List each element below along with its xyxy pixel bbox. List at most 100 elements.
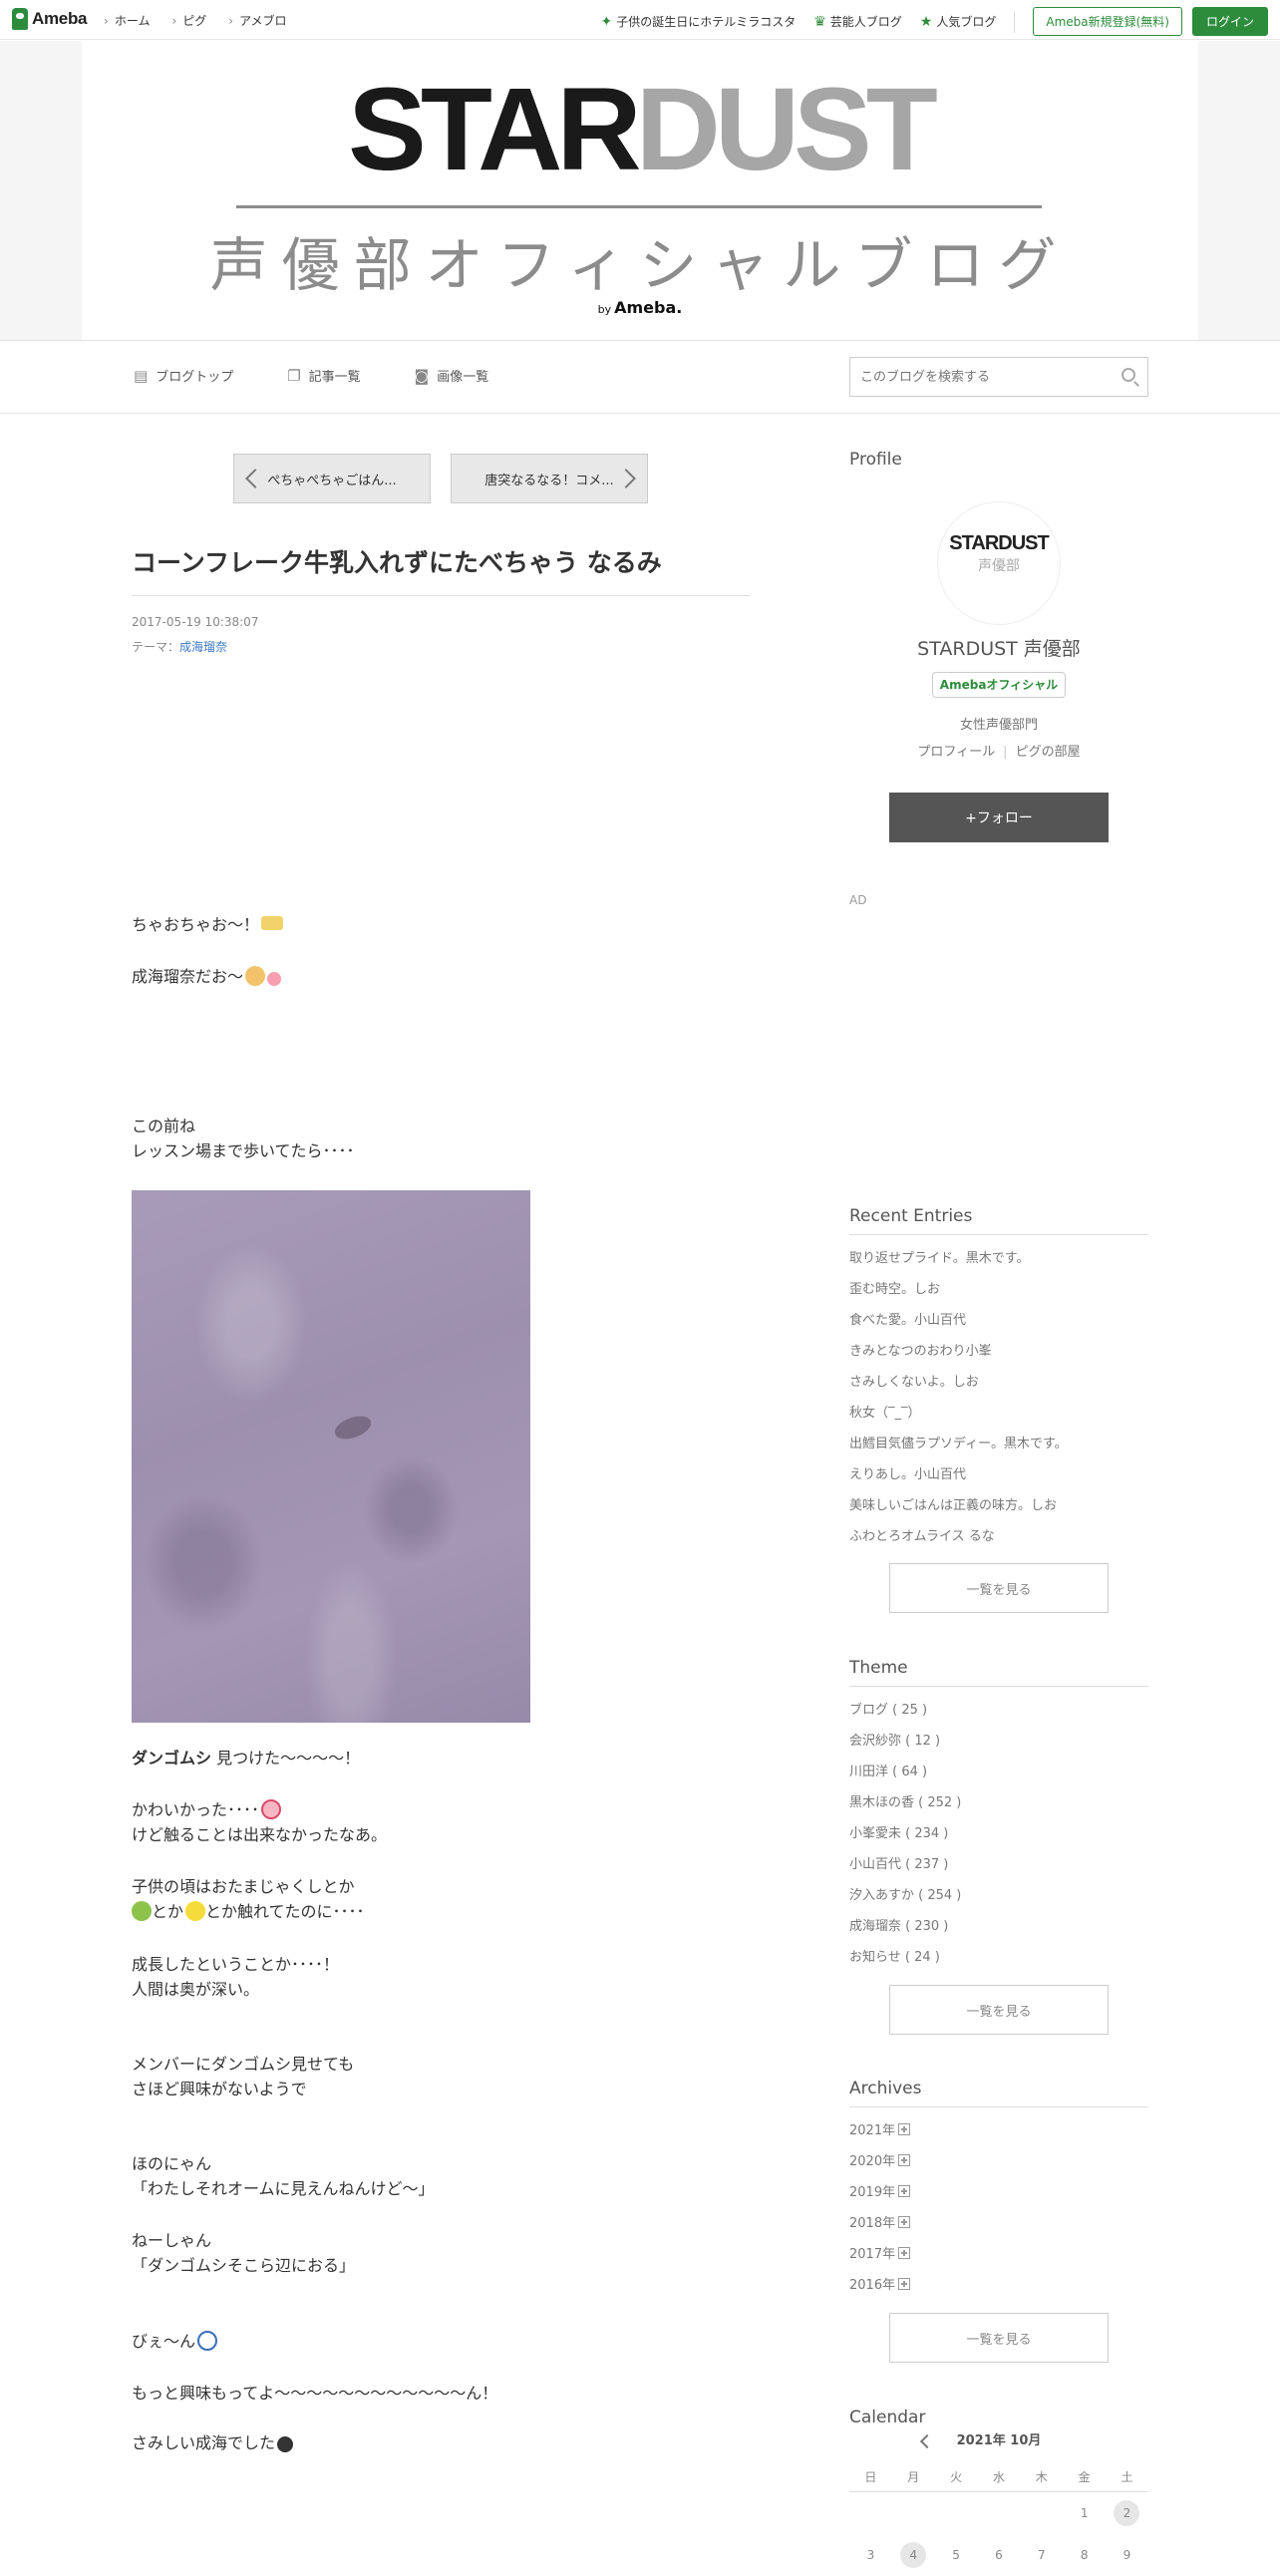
pill-bug [331, 1412, 375, 1444]
nav-home[interactable]: ホーム [104, 12, 151, 29]
avatar[interactable]: STARDUST 声優部 [937, 501, 1061, 625]
list-item[interactable]: 成海瑠奈 ( 230 ) [849, 1911, 1148, 1942]
search-icon[interactable] [1121, 368, 1135, 382]
entry-title[interactable]: コーンフレーク牛乳入れずにたべちゃう なるみ [132, 543, 750, 596]
list-item[interactable]: 2021年 [849, 2115, 1148, 2146]
expand-icon[interactable] [898, 2154, 911, 2166]
entry-paragraph: ねーしゃん 「ダンゴムシそこら辺におる」 [132, 2231, 356, 2275]
expand-icon[interactable] [898, 2216, 911, 2228]
nav-entry-list[interactable]: ❐ 記事一覧 [287, 366, 360, 386]
list-item[interactable]: お知らせ ( 24 ) [849, 1942, 1148, 1973]
banner-byline: by Ameba. [597, 298, 683, 317]
register-button[interactable]: Ameba新規登録(無料) [1033, 7, 1182, 36]
nav-ameblo[interactable]: アメブロ [228, 12, 286, 29]
frog-icon [132, 1901, 152, 1921]
promo-link-label: 子供の誕生日にホテルミラコスタ [616, 15, 797, 29]
list-item[interactable]: 黒木ほの香 ( 252 ) [849, 1787, 1148, 1818]
banner-subtitle: 声優部オフィシャルブログ [209, 231, 1071, 299]
list-item[interactable]: きみとなつのおわり小峯 [849, 1336, 1148, 1367]
nav-blog-top[interactable]: ▤ ブログトップ [134, 366, 234, 386]
list-item[interactable]: 小峯愛未 ( 234 ) [849, 1818, 1148, 1849]
list-item[interactable]: 会沢紗弥 ( 12 ) [849, 1726, 1148, 1757]
list-item[interactable]: 2020年 [849, 2146, 1148, 2177]
list-item[interactable]: さみしくないよ。しお [849, 1367, 1148, 1398]
calendar-week: 1 2 [849, 2492, 1148, 2534]
ad-label: AD [849, 893, 867, 907]
theme-list: ブログ ( 25 ) 会沢紗弥 ( 12 ) 川田洋 ( 64 ) 黒木ほの香 … [849, 1695, 1148, 1973]
list-item[interactable]: ふわとろオムライス るな [849, 1521, 1148, 1552]
list-item[interactable]: 川田洋 ( 64 ) [849, 1757, 1148, 1787]
entry-paragraph: ほのにゃん 「わたしそれオームに見えんねんけど〜」 [132, 2154, 435, 2198]
pigg-room-link[interactable]: ピグの部屋 [1016, 745, 1081, 760]
nav-blog-top-label: ブログトップ [156, 370, 234, 385]
entry-theme-link[interactable]: 成海瑠奈 [179, 640, 227, 654]
header-right: ✦ 子供の誕生日にホテルミラコスタ ♛ 芸能人ブログ ★ 人気ブログ Ameba… [600, 7, 1268, 36]
calendar-day-with-entry[interactable]: 2 [1106, 2500, 1148, 2526]
entry-paragraph: この前ね レッスン場まで歩いてたら････ [132, 1117, 355, 1160]
global-nav: ホーム ピグ アメブロ [104, 12, 287, 29]
calendar-month: 2021年 10月 [956, 2433, 1042, 2448]
search-input[interactable] [850, 358, 1100, 396]
calendar-day: 1 [1080, 2506, 1089, 2520]
theme-more-button[interactable]: 一覧を見る [889, 1985, 1109, 2035]
profile-category[interactable]: 女性声優部門 [849, 714, 1148, 733]
list-item[interactable]: えりあし。小山百代 [849, 1459, 1148, 1490]
entry-paragraph: 成長したということか････！ 人間は奥が深い。 [132, 1955, 340, 1999]
wave-hand-icon [245, 966, 266, 986]
popular-blog-label: 人気ブログ [936, 15, 997, 29]
list-item[interactable]: 2017年 [849, 2239, 1148, 2270]
divider [1014, 10, 1016, 33]
blog-nav: ▤ ブログトップ ❐ 記事一覧 ◙ 画像一覧 [0, 340, 1280, 414]
profile-heading: Profile [849, 450, 902, 470]
expand-icon[interactable] [898, 2123, 911, 2135]
next-entry-label: 唐突なるなる！コメ... [484, 473, 614, 488]
entry-paragraph: びぇ〜ん [132, 2329, 750, 2354]
blog-banner[interactable]: STARDUST 声優部オフィシャルブログ by Ameba. [82, 41, 1198, 340]
expand-icon[interactable] [898, 2247, 911, 2259]
next-entry-button[interactable]: 唐突なるなる！コメ... [451, 454, 648, 503]
expand-icon[interactable] [898, 2278, 911, 2290]
expand-icon[interactable] [898, 2185, 911, 2197]
star-icon: ★ [919, 13, 933, 30]
list-item[interactable]: 2019年 [849, 2177, 1148, 2208]
list-item[interactable]: 美味しいごはんは正義の味方。しお [849, 1490, 1148, 1521]
list-item[interactable]: 秋女（‾_‾） [849, 1398, 1148, 1429]
ameba-logo[interactable]: Ameba [12, 8, 87, 30]
list-item[interactable]: 出鱈目気儘ラプソディー。黒木です。 [849, 1429, 1148, 1459]
login-button[interactable]: ログイン [1191, 7, 1268, 36]
archives-heading: Archives [849, 2079, 1148, 2107]
follow-button[interactable]: +フォロー [889, 793, 1109, 842]
document-icon: ▤ [134, 366, 149, 385]
prev-entry-button[interactable]: ぺちゃぺちゃごはん... [233, 454, 431, 503]
list-item[interactable]: 2016年 [849, 2270, 1148, 2301]
profile-name[interactable]: STARDUST 声優部 [849, 634, 1148, 661]
nav-image-list[interactable]: ◙ 画像一覧 [415, 366, 489, 386]
ameba-logo-icon [12, 8, 28, 30]
popular-blog-link[interactable]: ★ 人気ブログ [920, 13, 997, 30]
theme-heading: Theme [849, 1658, 1148, 1687]
celebrity-blog-link[interactable]: ♛ 芸能人ブログ [813, 13, 902, 30]
global-header: Ameba ホーム ピグ アメブロ ✦ 子供の誕生日にホテルミラコスタ ♛ 芸能… [0, 0, 1280, 40]
entry-date: 2017-05-19 10:38:07 [132, 615, 259, 629]
official-badge: Amebaオフィシャル [932, 672, 1066, 698]
calendar-day-with-entry[interactable]: 4 [892, 2542, 935, 2568]
list-item[interactable]: ブログ ( 25 ) [849, 1695, 1148, 1726]
celebrity-blog-label: 芸能人ブログ [829, 15, 902, 29]
list-item[interactable]: 取り返せプライド。黒木です。 [849, 1243, 1148, 1274]
profile-link[interactable]: プロフィール [917, 745, 995, 760]
promo-link[interactable]: ✦ 子供の誕生日にホテルミラコスタ [600, 13, 796, 30]
entry-paragraph: ちゃおちゃお〜！ [132, 912, 750, 937]
nav-pigg[interactable]: ピグ [171, 12, 206, 29]
recent-more-button[interactable]: 一覧を見る [889, 1563, 1109, 1613]
list-item[interactable]: 歪む時空。しお [849, 1274, 1148, 1305]
entry-paragraph: 子供の頃はおたまじゃくしとか とか とか触れてたのに････ [132, 1877, 365, 1921]
archives-more-button[interactable]: 一覧を見る [889, 2313, 1109, 2363]
list-item[interactable]: 2018年 [849, 2208, 1148, 2239]
list-item[interactable]: 汐入あすか ( 254 ) [849, 1880, 1148, 1911]
list-item[interactable]: 小山百代 ( 237 ) [849, 1849, 1148, 1880]
entry-theme: テーマ：成海瑠奈 [132, 640, 228, 654]
nav-image-list-label: 画像一覧 [437, 370, 489, 385]
crying-face-icon [197, 2331, 218, 2351]
entry-photo[interactable] [132, 1190, 530, 1723]
list-item[interactable]: 食べた愛。小山百代 [849, 1305, 1148, 1336]
